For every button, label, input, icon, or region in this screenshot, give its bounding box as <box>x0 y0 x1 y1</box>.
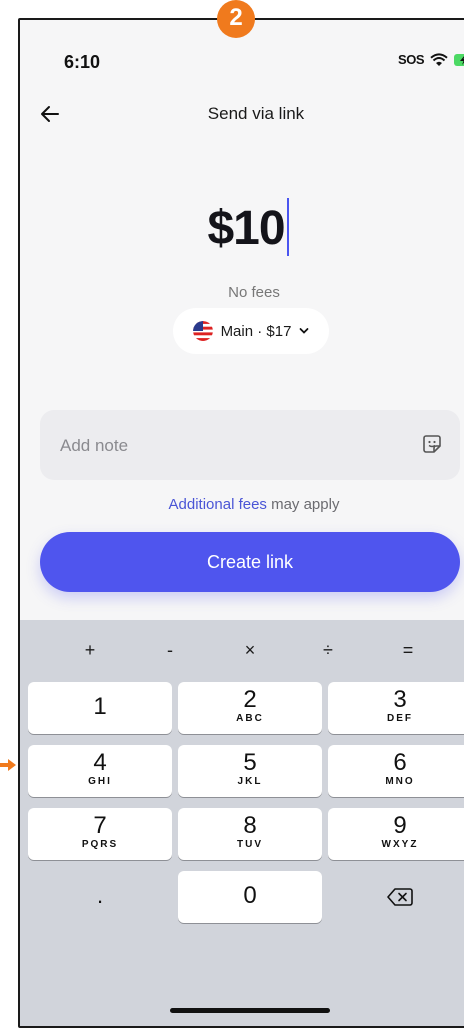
add-note-input[interactable]: Add note <box>40 410 460 480</box>
home-indicator <box>170 1008 330 1013</box>
us-flag-icon <box>192 321 213 341</box>
amount-value: $10 <box>207 202 285 255</box>
minus-key[interactable]: - <box>150 640 190 661</box>
phone-screen: 6:10 SOS Send via link $10 No fees Main … <box>18 18 464 1028</box>
additional-fees-notice: Additional fees may apply <box>20 496 464 513</box>
key-9[interactable]: 9 WXYZ <box>328 808 464 860</box>
chevron-down-icon <box>300 328 309 334</box>
create-link-label: Create link <box>206 551 294 572</box>
account-label: Main · $17 <box>220 322 292 340</box>
pointer-arrow-icon <box>0 759 16 771</box>
navigation-bar: Send via link <box>20 96 464 136</box>
divide-key[interactable]: ÷ <box>308 640 348 661</box>
additional-fees-link[interactable]: Additional fees <box>169 496 267 513</box>
key-digit: 0 <box>243 882 257 909</box>
key-6[interactable]: 6 MNO <box>328 745 464 797</box>
key-letters: JKL <box>237 776 263 787</box>
backspace-icon <box>387 888 413 906</box>
account-selector[interactable]: Main · $17 <box>173 308 329 354</box>
key-letters: WXYZ <box>381 839 419 850</box>
step-number-badge: 2 <box>217 0 255 38</box>
key-digit: 1 <box>93 693 107 720</box>
plus-key[interactable]: + <box>70 640 110 661</box>
key-3[interactable]: 3 DEF <box>328 682 464 734</box>
key-digit: 5 <box>243 749 257 776</box>
key-7[interactable]: 7 PQRS <box>28 808 172 860</box>
status-indicators: SOS <box>398 52 464 67</box>
wifi-icon <box>430 52 448 66</box>
fees-notice-text: may apply <box>266 496 340 513</box>
key-1[interactable]: 1 <box>28 682 172 734</box>
fees-label: No fees <box>228 284 280 301</box>
text-cursor <box>286 198 289 256</box>
key-2[interactable]: 2 ABC <box>178 682 322 734</box>
key-digit: 9 <box>393 812 407 839</box>
key-digit: 2 <box>243 686 257 713</box>
key-4[interactable]: 4 GHI <box>28 745 172 797</box>
key-letters: GHI <box>88 776 112 787</box>
key-digit: 6 <box>393 749 407 776</box>
key-digit: 4 <box>93 749 107 776</box>
key-letters: DEF <box>387 713 413 724</box>
key-digit: 3 <box>393 686 407 713</box>
delete-key[interactable] <box>328 871 464 923</box>
battery-charging-icon <box>454 53 464 66</box>
sticker-icon[interactable] <box>422 434 442 454</box>
status-time: 6:10 <box>64 52 101 72</box>
decimal-key[interactable]: . <box>28 871 172 923</box>
key-8[interactable]: 8 TUV <box>178 808 322 860</box>
key-digit: 7 <box>93 812 107 839</box>
key-0[interactable]: 0 <box>178 871 322 923</box>
key-letters: ABC <box>236 713 264 724</box>
amount-display[interactable]: $10 <box>20 198 464 256</box>
key-digit: 8 <box>243 812 257 839</box>
page-title: Send via link <box>207 104 305 123</box>
note-placeholder: Add note <box>60 436 129 455</box>
decimal-label: . <box>96 883 104 908</box>
sos-indicator: SOS <box>398 52 424 67</box>
key-letters: TUV <box>237 839 263 850</box>
key-letters: PQRS <box>81 839 119 850</box>
key-5[interactable]: 5 JKL <box>178 745 322 797</box>
operator-row: + - × ÷ = <box>20 620 464 680</box>
key-letters: MNO <box>385 776 415 787</box>
numeric-keypad: + - × ÷ = 1 2 ABC 3 DEF 4 GHI 5 JKL 6 MN… <box>20 620 464 1026</box>
multiply-key[interactable]: × <box>230 640 270 661</box>
equals-key[interactable]: = <box>388 640 428 661</box>
create-link-button[interactable]: Create link <box>40 532 460 592</box>
